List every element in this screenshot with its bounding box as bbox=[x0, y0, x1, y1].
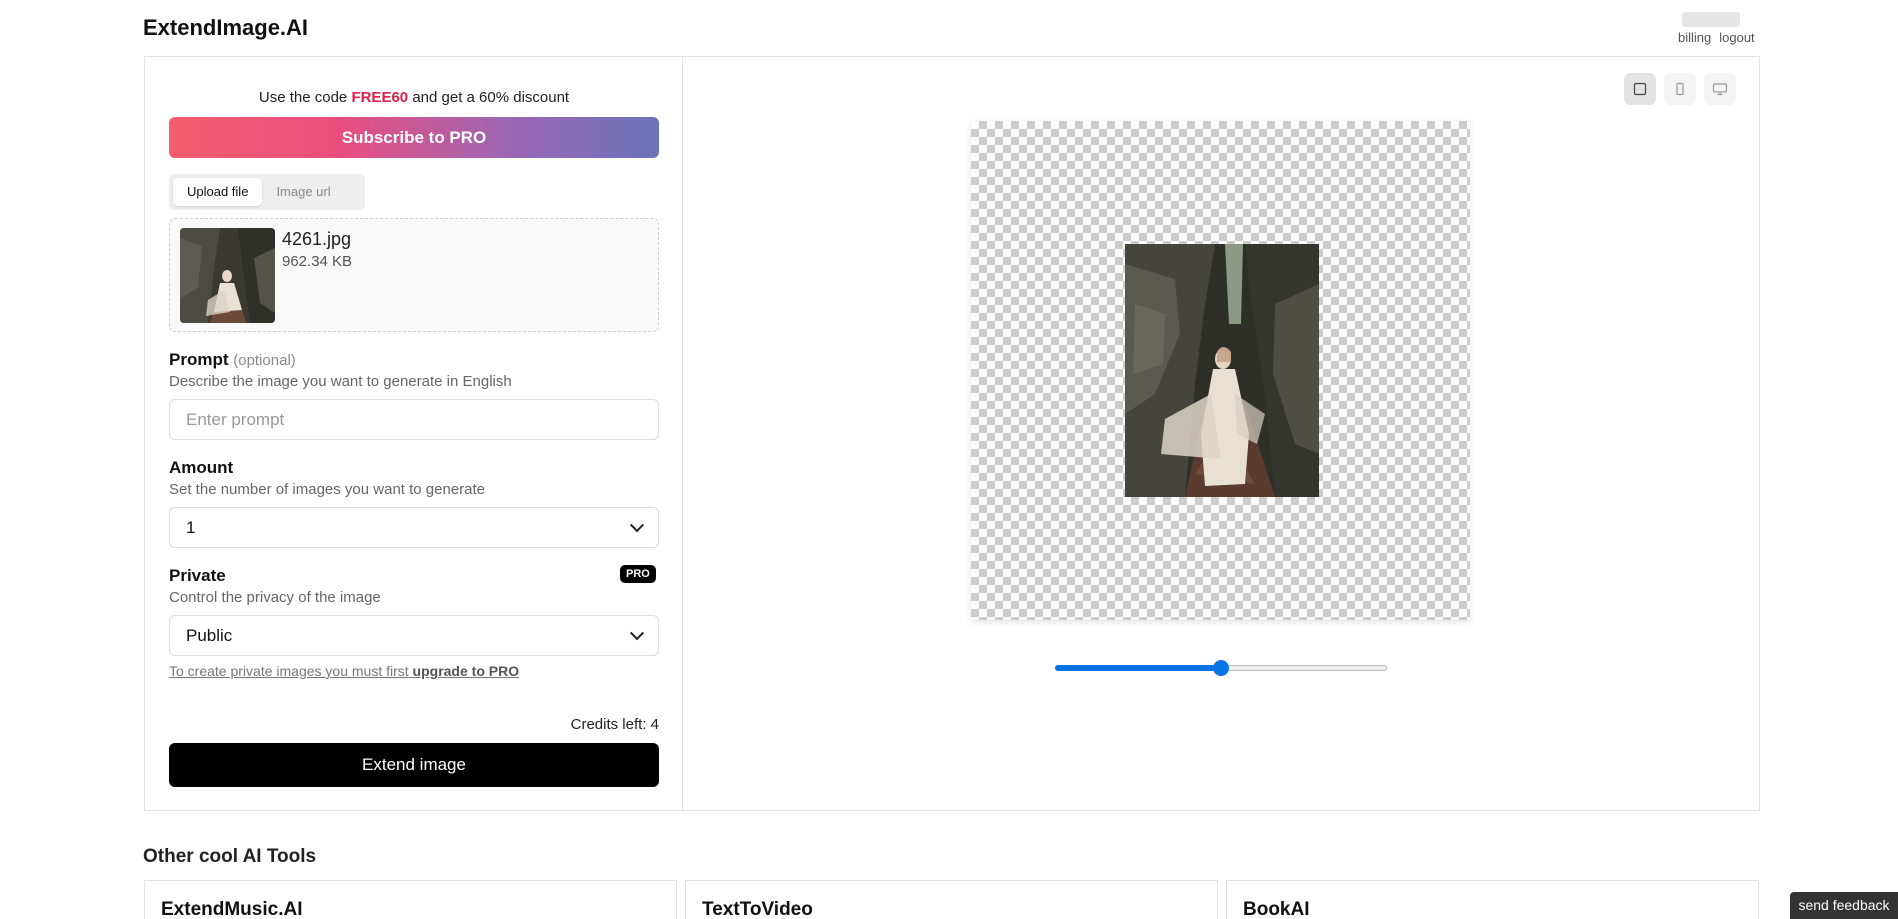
landscape-view-icon bbox=[1712, 83, 1728, 96]
chevron-down-icon bbox=[629, 517, 645, 532]
tab-upload-file[interactable]: Upload file bbox=[173, 178, 263, 206]
logout-link[interactable]: logout bbox=[1719, 30, 1754, 45]
prompt-input[interactable] bbox=[169, 399, 659, 440]
account-links: billing logout bbox=[1678, 30, 1763, 45]
extend-canvas[interactable] bbox=[971, 121, 1470, 620]
private-help: Control the privacy of the image bbox=[169, 589, 381, 606]
upgrade-note-text: To create private images you must first bbox=[169, 663, 409, 679]
upgrade-pro-link[interactable]: upgrade to PRO bbox=[413, 663, 520, 679]
tool-card[interactable]: ExtendMusic.AI bbox=[144, 880, 677, 919]
square-view-icon bbox=[1633, 82, 1647, 96]
promo-code: FREE60 bbox=[351, 89, 409, 106]
prompt-label: Prompt (optional) bbox=[169, 350, 296, 370]
upgrade-note: To create private images you must first … bbox=[169, 663, 519, 679]
portrait-view-button[interactable] bbox=[1664, 73, 1696, 105]
tool-card[interactable]: TextToVideo bbox=[685, 880, 1218, 919]
prompt-help: Describe the image you want to generate … bbox=[169, 373, 512, 390]
prompt-label-text: Prompt bbox=[169, 350, 229, 369]
slider-thumb[interactable] bbox=[1213, 660, 1229, 676]
source-image[interactable] bbox=[1125, 244, 1319, 497]
slider-fill bbox=[1055, 665, 1221, 671]
billing-link[interactable]: billing bbox=[1678, 30, 1711, 45]
chevron-down-icon bbox=[629, 625, 645, 640]
tool-card[interactable]: BookAI bbox=[1226, 880, 1759, 919]
tool-card-title: BookAI bbox=[1243, 899, 1310, 919]
credits-left: Credits left: 4 bbox=[570, 716, 659, 733]
extend-image-button[interactable]: Extend image bbox=[169, 743, 659, 787]
promo-text: Use the code FREE60 and get a 60% discou… bbox=[169, 89, 659, 106]
file-dropzone[interactable]: 4261.jpg 962.34 KB bbox=[169, 218, 659, 332]
file-size: 962.34 KB bbox=[282, 253, 353, 270]
amount-selected-value: 1 bbox=[186, 517, 196, 537]
portrait-view-icon bbox=[1676, 82, 1684, 96]
square-view-button[interactable] bbox=[1624, 73, 1656, 105]
file-name: 4261.jpg bbox=[282, 229, 352, 249]
amount-help: Set the number of images you want to gen… bbox=[169, 481, 486, 498]
tool-card-title: ExtendMusic.AI bbox=[161, 899, 303, 919]
amount-label: Amount bbox=[169, 458, 234, 477]
upload-source-tabs: Upload file Image url bbox=[169, 174, 365, 210]
zoom-slider[interactable] bbox=[1055, 658, 1387, 678]
private-label: Private bbox=[169, 566, 226, 585]
main-panel: Use the code FREE60 and get a 60% discou… bbox=[144, 56, 1760, 811]
promo-suffix: and get a 60% discount bbox=[412, 89, 570, 106]
pro-badge: PRO bbox=[620, 565, 656, 583]
landscape-view-button[interactable] bbox=[1704, 73, 1736, 105]
logo[interactable]: ExtendImage.AI bbox=[143, 15, 308, 41]
other-tools-title: Other cool AI Tools bbox=[143, 846, 317, 867]
settings-panel: Use the code FREE60 and get a 60% discou… bbox=[145, 57, 683, 810]
send-feedback-button[interactable]: send feedback bbox=[1790, 892, 1898, 919]
privacy-select[interactable]: Public bbox=[169, 615, 659, 656]
subscribe-pro-button[interactable]: Subscribe to PRO bbox=[169, 117, 659, 158]
tab-image-url[interactable]: Image url bbox=[262, 178, 344, 206]
amount-select[interactable]: 1 bbox=[169, 507, 659, 548]
uploaded-image-thumbnail bbox=[180, 228, 275, 323]
privacy-selected-value: Public bbox=[186, 625, 233, 645]
prompt-optional-hint: (optional) bbox=[233, 352, 296, 369]
promo-prefix: Use the code bbox=[258, 89, 348, 106]
view-mode-toggle bbox=[1624, 73, 1736, 105]
tool-card-title: TextToVideo bbox=[702, 899, 813, 919]
avatar[interactable] bbox=[1682, 12, 1740, 27]
